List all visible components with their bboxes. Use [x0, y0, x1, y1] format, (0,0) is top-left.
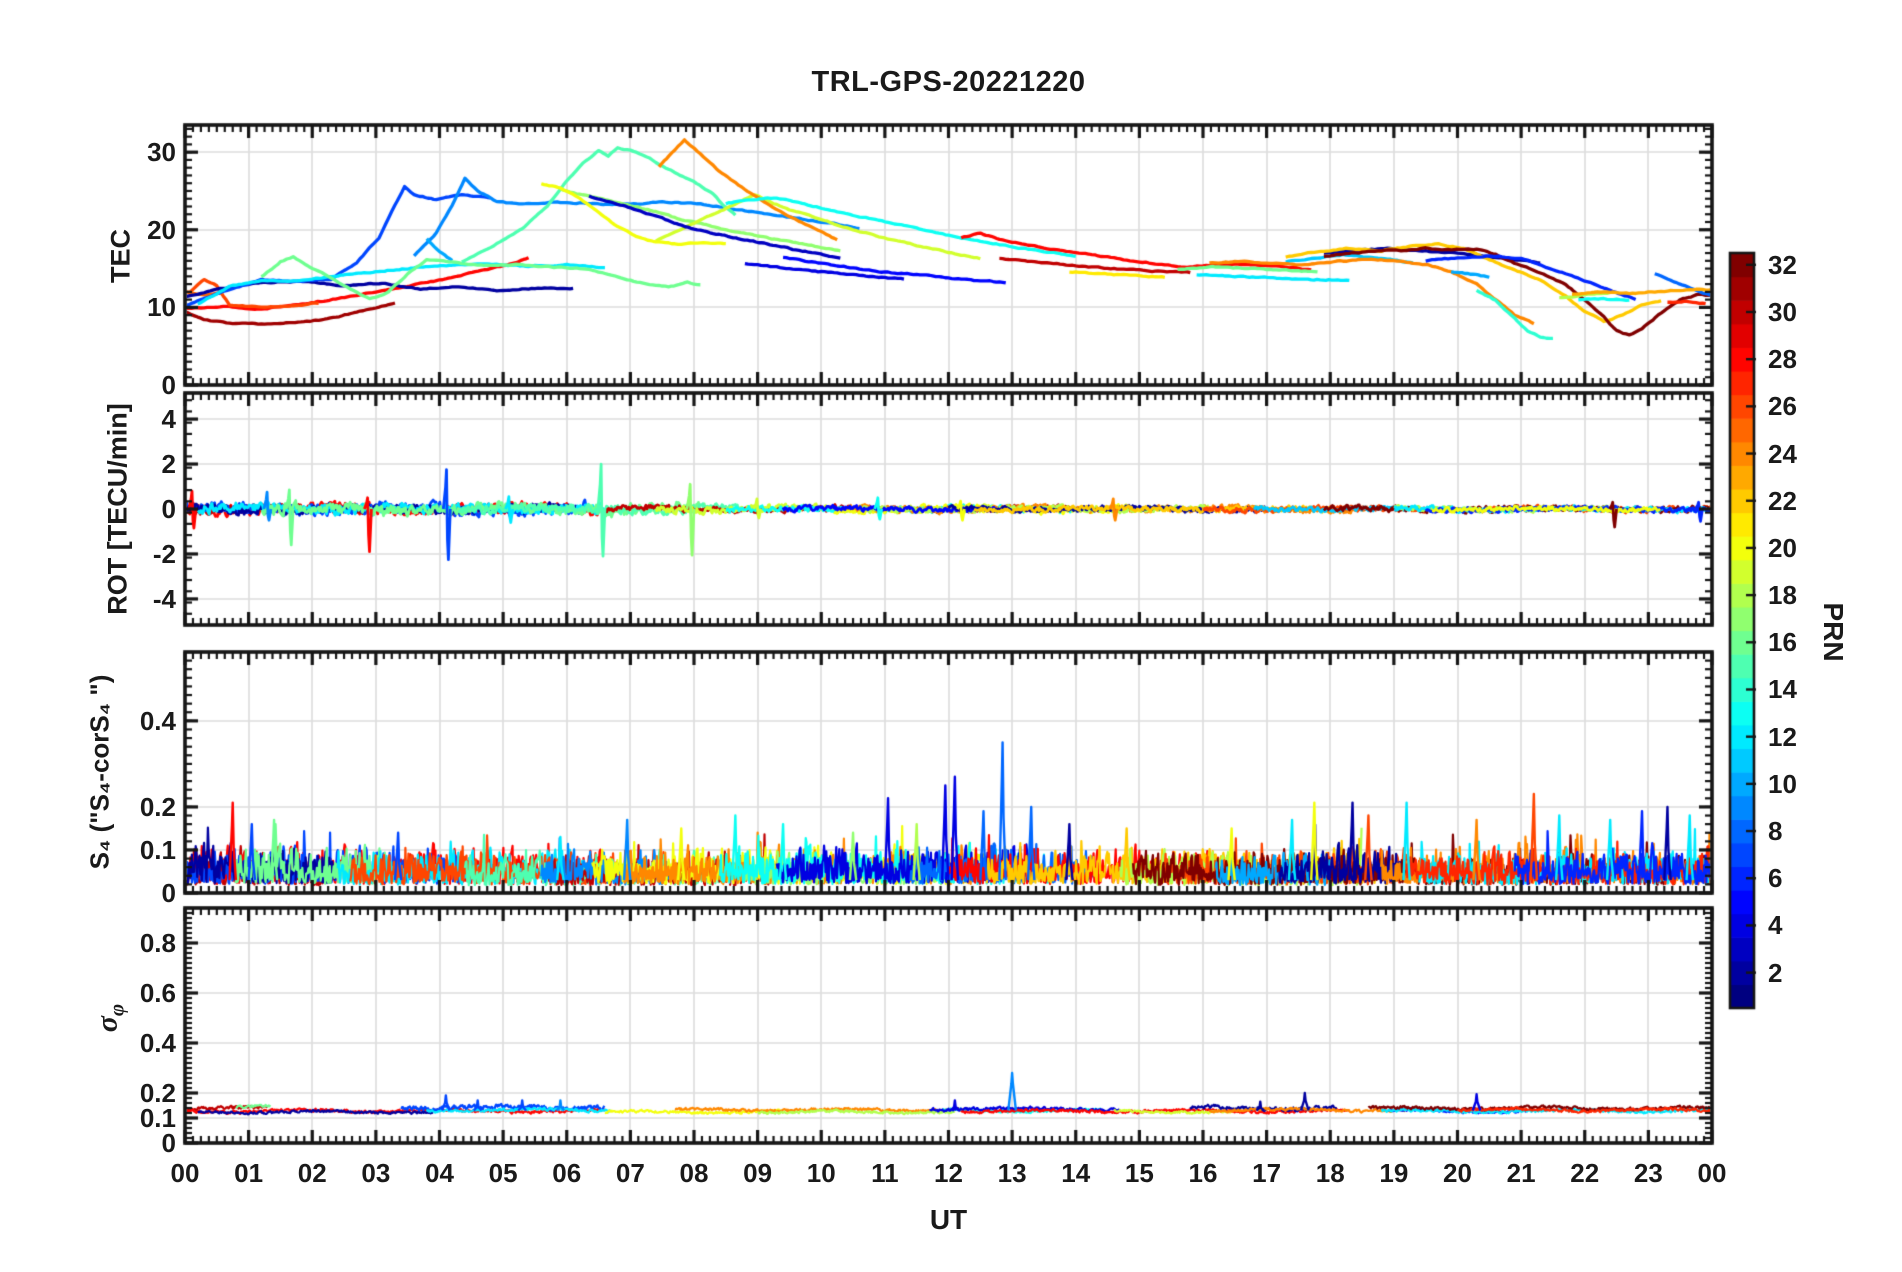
y-tick-label-rot: 2 [161, 449, 176, 480]
y-tick-label-sigma_phi: 0.6 [139, 978, 176, 1008]
x-tick-label: 14 [1061, 1158, 1091, 1188]
x-tick-label: 15 [1124, 1158, 1154, 1188]
x-tick-label: 16 [1188, 1158, 1218, 1188]
x-tick-label: 03 [361, 1158, 391, 1188]
x-tick-label: 23 [1633, 1158, 1663, 1188]
y-tick-label-tec: 0 [161, 370, 176, 400]
colorbar-tick-label: 10 [1768, 768, 1797, 799]
x-tick-label: 13 [997, 1158, 1027, 1188]
x-tick-label: 00 [1697, 1158, 1727, 1188]
x-tick-label: 19 [1379, 1158, 1409, 1188]
colorbar-tick-label: 16 [1768, 627, 1797, 658]
colorbar-tick-label: 6 [1768, 863, 1783, 894]
x-tick-label: 12 [934, 1158, 963, 1188]
colorbar-tick-label: 26 [1768, 391, 1797, 422]
y-tick-label-rot: 4 [161, 404, 176, 435]
x-tick-label: 21 [1506, 1158, 1536, 1188]
x-tick-label: 08 [679, 1158, 709, 1188]
y-tick-label-s4: 0.4 [139, 705, 176, 736]
x-tick-label: 10 [806, 1158, 836, 1188]
colorbar-tick-label: 8 [1768, 816, 1783, 847]
y-tick-label-sigma_phi: 0.4 [139, 1028, 176, 1058]
colorbar-tick-label: 24 [1768, 438, 1797, 469]
colorbar-tick-label: 20 [1768, 532, 1797, 563]
y-tick-label-tec: 10 [147, 292, 176, 323]
x-tick-label: 09 [743, 1158, 773, 1188]
colorbar-tick-label: 12 [1768, 721, 1797, 752]
colorbar-tick-label: 4 [1768, 910, 1783, 941]
plot-canvas [0, 0, 1902, 1272]
x-tick-label: 00 [170, 1158, 200, 1188]
y-tick-label-tec: 20 [147, 214, 176, 245]
colorbar-tick-label: 22 [1768, 485, 1797, 516]
y-tick-label-rot: 0 [161, 494, 176, 524]
y-tick-label-tec: 30 [147, 137, 176, 168]
y-tick-label-sigma_phi: 0.8 [139, 928, 176, 958]
x-tick-label: 05 [488, 1158, 518, 1188]
colorbar-tick-label: 28 [1768, 344, 1797, 375]
y-tick-label-sigma_phi: 0.2 [139, 1078, 176, 1108]
x-tick-label: 02 [297, 1158, 327, 1188]
y-tick-label-rot: -2 [152, 538, 176, 569]
y-tick-label-rot: -4 [152, 583, 176, 614]
y-tick-label-s4: 0.2 [139, 791, 176, 822]
x-tick-label: 17 [1252, 1158, 1282, 1188]
y-tick-label-s4: 0 [161, 878, 176, 908]
x-tick-label: 20 [1443, 1158, 1472, 1188]
x-tick-label: 22 [1570, 1158, 1600, 1188]
chart-title: TRL-GPS-20221220 [811, 66, 1086, 98]
x-tick-label: 07 [615, 1158, 645, 1188]
colorbar-tick-label: 18 [1768, 580, 1797, 611]
x-tick-label: 01 [234, 1158, 264, 1188]
colorbar-tick-label: 30 [1768, 296, 1797, 327]
y-tick-label-s4: 0.1 [139, 834, 176, 865]
x-tick-label: 06 [552, 1158, 582, 1188]
x-tick-label: 04 [425, 1158, 454, 1188]
figure-trl-gps: TRL-GPS-20221220 UT TEC ROT [TECU/min] S… [0, 0, 1902, 1272]
x-axis-label: UT [929, 1204, 968, 1235]
colorbar-tick-label: 2 [1768, 957, 1783, 988]
colorbar-tick-label: 32 [1768, 249, 1797, 280]
colorbar-tick-label: 14 [1768, 674, 1797, 705]
x-tick-label: 18 [1315, 1158, 1345, 1188]
x-tick-label: 11 [871, 1158, 899, 1188]
